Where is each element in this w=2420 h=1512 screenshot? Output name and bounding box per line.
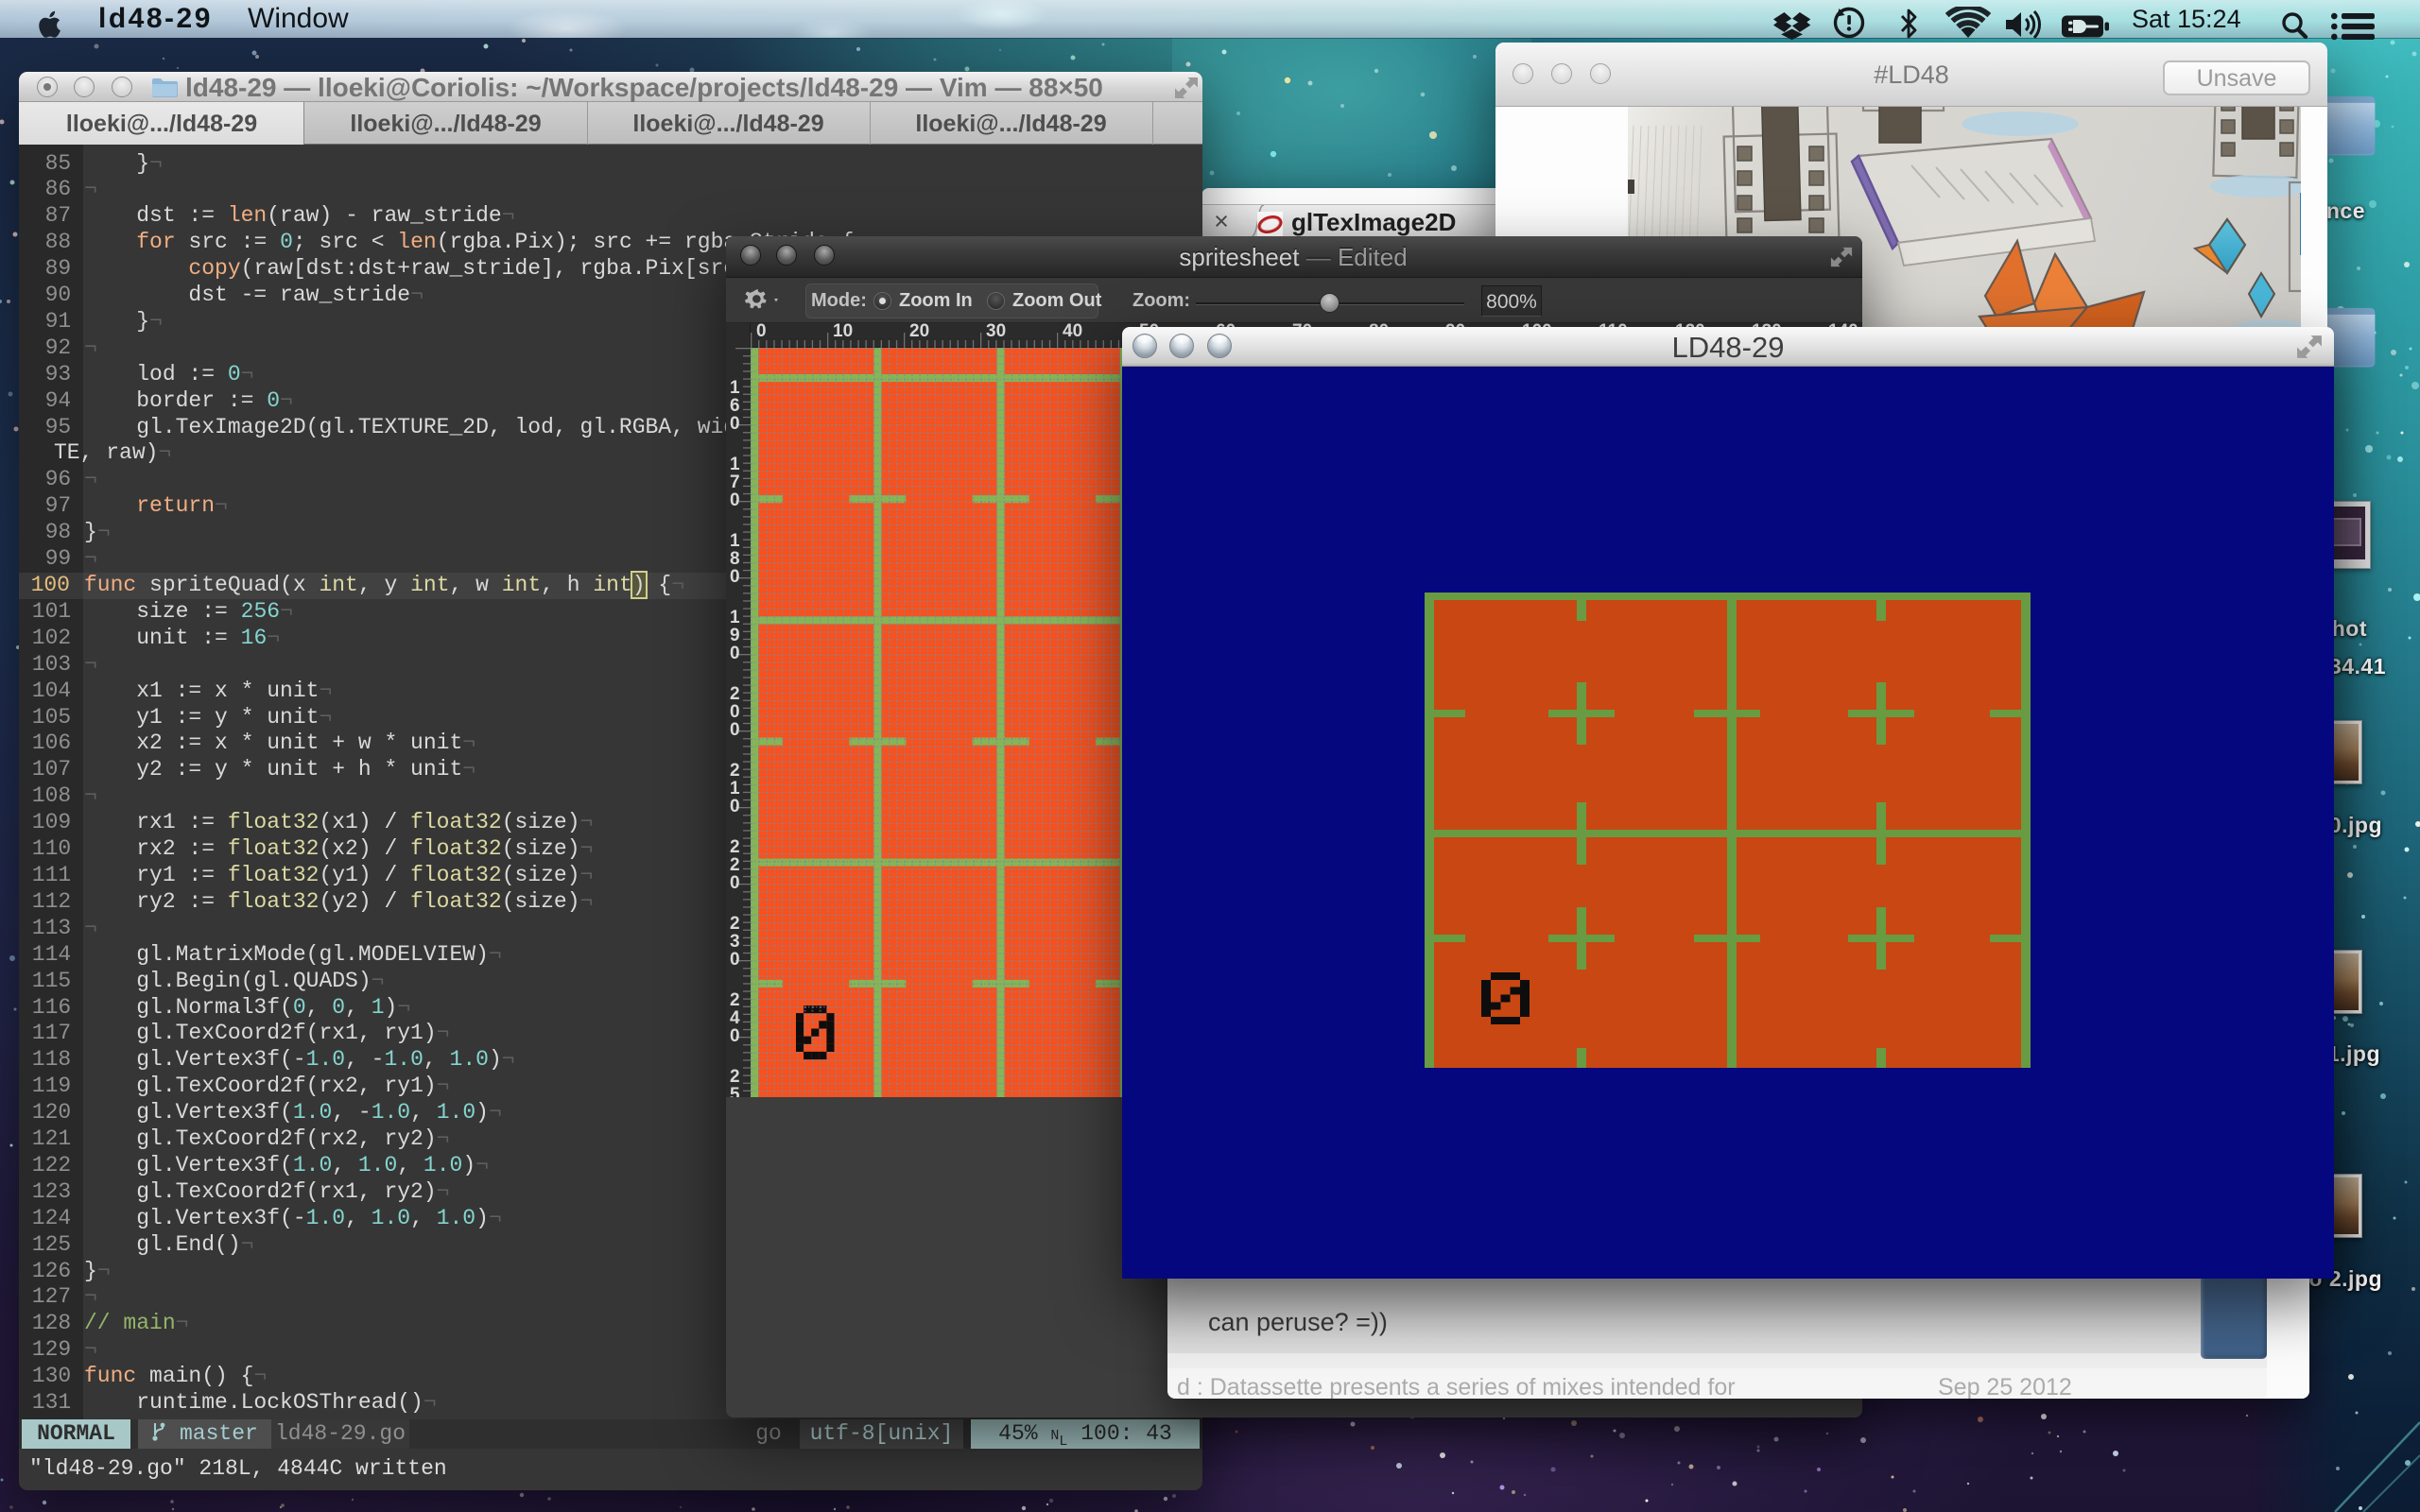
- svg-text:2: 2: [730, 837, 740, 857]
- svg-text:2: 2: [730, 761, 740, 781]
- svg-text:2: 2: [730, 684, 740, 704]
- svg-text:0: 0: [730, 1026, 740, 1046]
- svg-text:9: 9: [730, 626, 740, 645]
- svg-text:1: 1: [730, 779, 740, 799]
- svg-text:8: 8: [730, 549, 740, 569]
- svg-text:0: 0: [730, 950, 740, 970]
- svg-text:0: 0: [730, 797, 740, 816]
- svg-text:3: 3: [730, 932, 740, 952]
- svg-text:0: 0: [730, 490, 740, 510]
- svg-text:0: 0: [730, 644, 740, 663]
- svg-text:6: 6: [730, 396, 740, 416]
- svg-text:1: 1: [730, 455, 740, 474]
- svg-text:7: 7: [730, 472, 740, 492]
- svg-text:0: 0: [730, 720, 740, 740]
- svg-text:1: 1: [730, 378, 740, 398]
- svg-text:0: 0: [756, 323, 767, 341]
- svg-text:0: 0: [730, 414, 740, 434]
- svg-text:1: 1: [730, 531, 740, 551]
- svg-text:40: 40: [1063, 323, 1082, 341]
- svg-text:2: 2: [730, 990, 740, 1010]
- svg-text:5: 5: [730, 1085, 740, 1097]
- svg-text:0: 0: [730, 702, 740, 722]
- svg-text:20: 20: [909, 323, 929, 341]
- svg-text:2: 2: [730, 914, 740, 934]
- svg-text:0: 0: [730, 567, 740, 587]
- svg-text:30: 30: [986, 323, 1006, 341]
- svg-text:10: 10: [833, 323, 853, 341]
- svg-text:1: 1: [730, 608, 740, 627]
- svg-text:2: 2: [730, 855, 740, 875]
- svg-text:2: 2: [730, 1067, 740, 1087]
- svg-text:4: 4: [730, 1008, 740, 1028]
- svg-text:0: 0: [730, 873, 740, 893]
